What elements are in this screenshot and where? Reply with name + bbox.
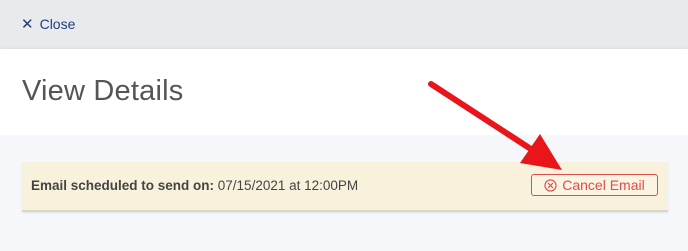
cancel-email-button[interactable]: Cancel Email — [531, 174, 658, 196]
close-label: Close — [39, 16, 76, 32]
close-button[interactable]: ✕ Close — [21, 16, 75, 32]
notice-label: Email scheduled to send on: — [31, 178, 215, 193]
page-title: View Details — [22, 75, 184, 107]
cancel-email-label: Cancel Email — [562, 177, 645, 193]
scheduled-datetime: 07/15/2021 at 12:00PM — [214, 178, 359, 193]
close-icon: ✕ — [21, 15, 34, 33]
circle-x-icon — [544, 178, 557, 192]
scheduled-email-notice: Email scheduled to send on: 07/15/2021 a… — [22, 162, 668, 212]
header-card: View Details — [0, 49, 688, 135]
top-bar: ✕ Close — [0, 0, 688, 49]
notice-text: Email scheduled to send on: 07/15/2021 a… — [31, 178, 358, 193]
